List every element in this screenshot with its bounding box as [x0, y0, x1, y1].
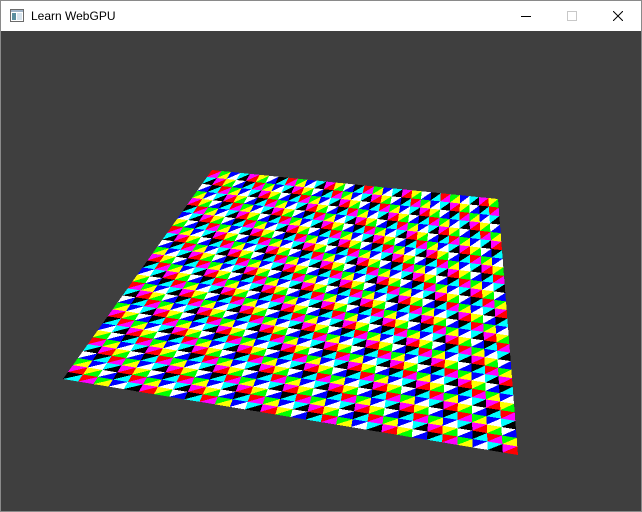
window-title: Learn WebGPU — [31, 9, 116, 23]
maximize-icon — [567, 11, 577, 21]
app-window: Learn WebGPU — [0, 0, 642, 512]
close-icon — [613, 11, 623, 21]
minimize-button[interactable] — [503, 1, 549, 31]
maximize-button[interactable] — [549, 1, 595, 31]
rendered-plane — [1, 31, 641, 511]
close-button[interactable] — [595, 1, 641, 31]
minimize-icon — [521, 16, 531, 17]
title-bar[interactable]: Learn WebGPU — [1, 1, 641, 31]
render-viewport[interactable] — [1, 31, 641, 511]
app-window-icon — [10, 9, 24, 22]
